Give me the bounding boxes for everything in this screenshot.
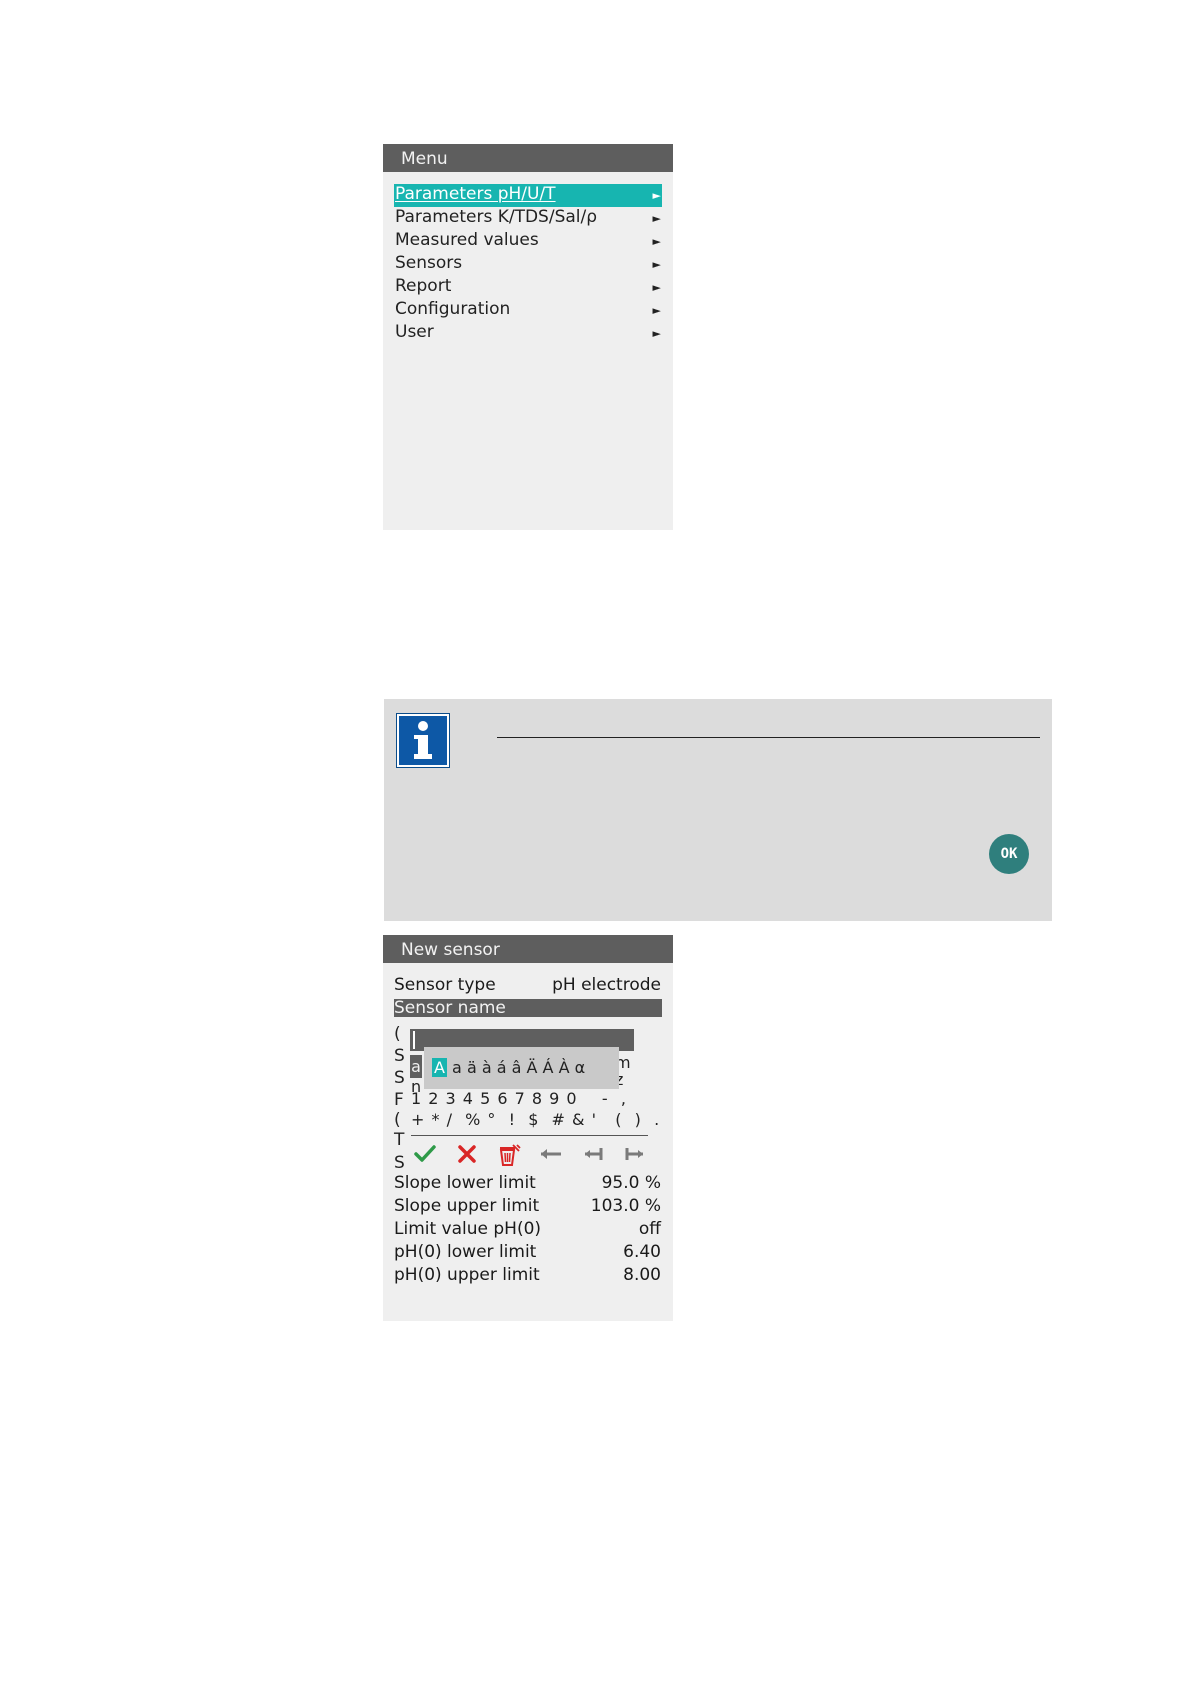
info-icon: [396, 713, 450, 768]
keyboard-symbols-row[interactable]: + * / % ° ! $ # & ' ( ) .: [411, 1110, 660, 1130]
info-glyph: [414, 721, 432, 759]
menu-item-label: Parameters pH/U/T: [395, 184, 556, 204]
text-cursor: [413, 1031, 415, 1049]
param-row-slope-lower[interactable]: Slope lower limit 95.0 %: [394, 1172, 662, 1195]
menu-list: Parameters pH/U/T ► Parameters K/TDS/Sal…: [394, 184, 662, 345]
param-row-slope-upper[interactable]: Slope upper limit 103.0 %: [394, 1195, 662, 1218]
accent-char-list[interactable]: a ä à á â Ä Á À α: [452, 1058, 585, 1077]
param-value: 103.0 %: [590, 1196, 661, 1216]
menu-screen: Menu Parameters pH/U/T ► Parameters K/TD…: [383, 144, 673, 530]
delete-icon[interactable]: [495, 1142, 523, 1168]
menu-item-configuration[interactable]: Configuration ►: [394, 299, 662, 322]
accent-char-selected[interactable]: A: [432, 1058, 447, 1077]
arrow-right-icon: ►: [652, 212, 661, 225]
arrow-right-icon: ►: [652, 235, 661, 248]
cancel-icon[interactable]: [453, 1142, 481, 1168]
row-fragment: S: [394, 1068, 405, 1088]
param-row-limit-ph0[interactable]: Limit value pH(0) off: [394, 1218, 662, 1241]
sensor-type-row[interactable]: Sensor type pH electrode: [394, 974, 662, 997]
param-row-ph0-upper[interactable]: pH(0) upper limit 8.00: [394, 1264, 662, 1287]
arrow-right-icon: ►: [652, 189, 661, 202]
arrow-right-icon: ►: [652, 258, 661, 271]
cursor-left-icon[interactable]: [579, 1142, 607, 1168]
menu-item-sensors[interactable]: Sensors ►: [394, 253, 662, 276]
menu-item-label: Parameters K/TDS/Sal/ρ: [395, 207, 598, 227]
cursor-right-icon[interactable]: [621, 1142, 649, 1168]
alpha-row-key[interactable]: a: [410, 1055, 422, 1078]
menu-item-label: Sensors: [395, 253, 463, 273]
menu-item-label: User: [395, 322, 434, 342]
menu-item-user[interactable]: User ►: [394, 322, 662, 345]
param-label: Limit value pH(0): [394, 1219, 542, 1239]
menu-item-label: Report: [395, 276, 452, 296]
accent-character-popup[interactable]: A a ä à á â Ä Á À α: [424, 1047, 619, 1089]
param-label: pH(0) upper limit: [394, 1265, 540, 1285]
row-fragment: (: [394, 1024, 401, 1044]
menu-item-label: Measured values: [395, 230, 539, 250]
menu-title: Menu: [383, 144, 673, 172]
new-sensor-screen: New sensor Sensor type pH electrode Sens…: [383, 935, 673, 1321]
param-value: off: [638, 1219, 661, 1239]
keyboard-divider: [411, 1135, 648, 1136]
row-fragment: T: [394, 1130, 405, 1150]
divider-line: [497, 737, 1040, 738]
backspace-icon[interactable]: [537, 1142, 565, 1168]
arrow-right-icon: ►: [652, 327, 661, 340]
row-fragment: S: [394, 1153, 405, 1173]
ok-button[interactable]: OK: [989, 834, 1029, 874]
info-note-box: OK: [384, 699, 1052, 921]
menu-item-parameters-ph[interactable]: Parameters pH/U/T ►: [394, 184, 662, 207]
new-sensor-title: New sensor: [383, 935, 673, 963]
row-fragment: (: [394, 1110, 401, 1130]
menu-item-report[interactable]: Report ►: [394, 276, 662, 299]
param-value: 8.00: [623, 1265, 661, 1285]
keyboard-digits-row[interactable]: 1 2 3 4 5 6 7 8 9 0 - ,: [411, 1089, 627, 1109]
sensor-type-value: pH electrode: [552, 975, 661, 995]
param-label: pH(0) lower limit: [394, 1242, 537, 1262]
menu-item-parameters-k[interactable]: Parameters K/TDS/Sal/ρ ►: [394, 207, 662, 230]
row-fragment: S: [394, 1046, 405, 1066]
param-row-ph0-lower[interactable]: pH(0) lower limit 6.40: [394, 1241, 662, 1264]
arrow-right-icon: ►: [652, 281, 661, 294]
param-label: Slope lower limit: [394, 1173, 536, 1193]
sensor-type-label: Sensor type: [394, 975, 496, 995]
confirm-icon[interactable]: [411, 1142, 439, 1168]
menu-item-measured-values[interactable]: Measured values ►: [394, 230, 662, 253]
row-fragment: F: [394, 1090, 404, 1110]
sensor-name-row[interactable]: Sensor name: [394, 999, 662, 1017]
param-label: Slope upper limit: [394, 1196, 540, 1216]
arrow-right-icon: ►: [652, 304, 661, 317]
menu-item-label: Configuration: [395, 299, 511, 319]
param-value: 6.40: [623, 1242, 661, 1262]
sensor-name-label: Sensor name: [394, 998, 506, 1018]
param-value: 95.0 %: [601, 1173, 661, 1193]
